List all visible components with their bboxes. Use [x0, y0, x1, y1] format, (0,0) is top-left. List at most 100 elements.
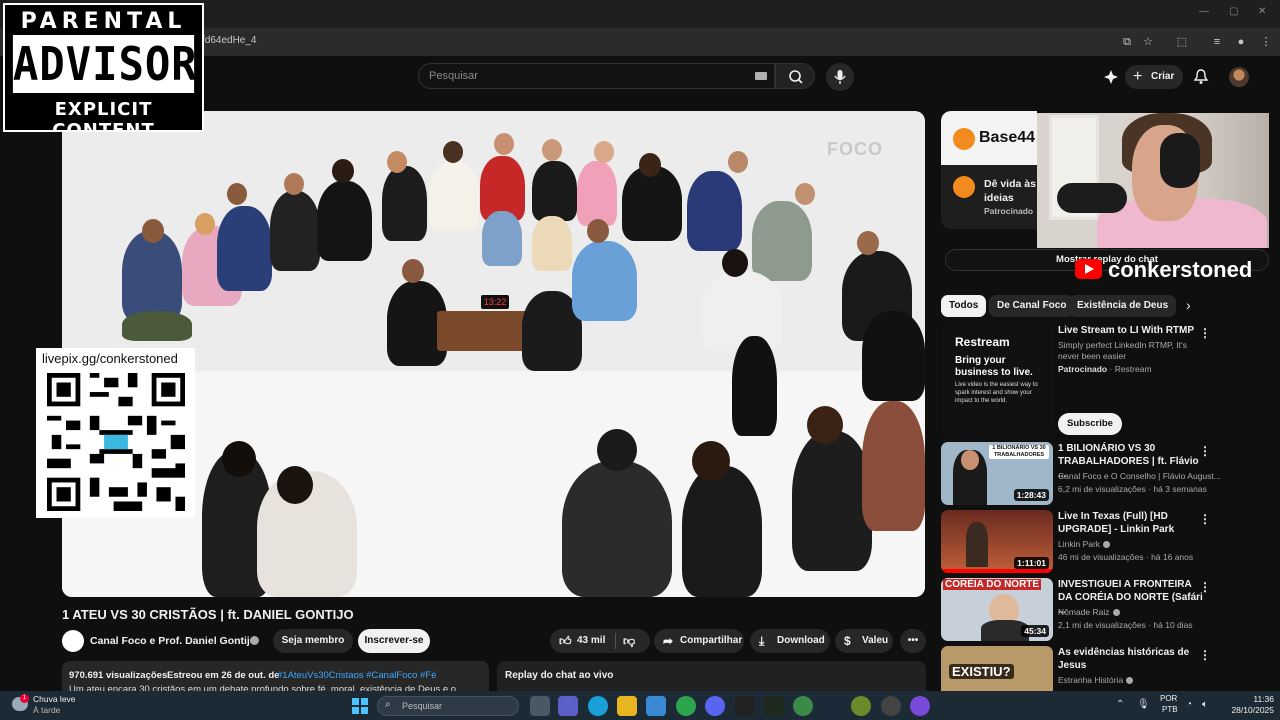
discord-icon[interactable]: [705, 696, 725, 716]
channel-name[interactable]: Nômade Raiz: [1058, 607, 1120, 617]
clock-time[interactable]: 11:36: [1228, 694, 1274, 704]
reading-list-icon[interactable]: ≡: [1209, 34, 1225, 50]
chip-channel[interactable]: De Canal Foco: [989, 295, 1075, 317]
twitch-icon[interactable]: [910, 696, 930, 716]
search-input[interactable]: Pesquisar: [418, 63, 775, 89]
more-vert-icon[interactable]: ⋮: [1199, 580, 1211, 594]
taskbar-search[interactable]: ⌕ Pesquisar: [377, 696, 519, 716]
wifi-icon[interactable]: ◔: [1186, 699, 1192, 710]
voice-search-button[interactable]: [826, 63, 854, 91]
promo-subscribe-button[interactable]: Subscribe: [1058, 413, 1122, 435]
video-thumbnail[interactable]: CORÉIA DO NORTE 45:34: [941, 578, 1053, 641]
ad-sponsored-label: Patrocinado: [984, 206, 1034, 216]
verified-icon: [250, 636, 259, 645]
notifications-bell-icon[interactable]: [1193, 68, 1209, 85]
video-thumbnail[interactable]: 1:11:01: [941, 510, 1053, 573]
account-avatar[interactable]: [1229, 67, 1249, 87]
microphone-icon[interactable]: 🎙︎: [1137, 699, 1150, 710]
chip-topic[interactable]: Existência de Deus: [1069, 295, 1177, 317]
channel-name[interactable]: Canal Foco e O Conselho | Flávio August.…: [1058, 471, 1221, 481]
task-view-icon[interactable]: [530, 696, 550, 716]
steam-icon[interactable]: [822, 696, 842, 716]
ad-brand: Base44: [979, 129, 1036, 146]
more-vert-icon[interactable]: ⋮: [1199, 326, 1211, 340]
thumbs-up-icon[interactable]: 👍︎: [559, 629, 572, 653]
more-vert-icon[interactable]: ⋮: [1199, 444, 1211, 458]
app-icon[interactable]: [735, 696, 755, 716]
recommendation-item[interactable]: EXISTIU? As evidências históricas de Jes…: [941, 646, 1271, 691]
channel-name[interactable]: Estranha História: [1058, 675, 1134, 685]
streamer-name: conkerstoned: [1108, 257, 1253, 282]
cast-icon[interactable]: ⧉: [1119, 34, 1135, 50]
promo-title[interactable]: Live Stream to LI With RTMP: [1058, 324, 1208, 337]
donation-qr-card: livepix.gg/conkerstoned: [36, 348, 195, 518]
search-button[interactable]: [775, 63, 815, 89]
subscribe-button[interactable]: Inscrever-se: [358, 629, 430, 653]
weather-condition[interactable]: Chuva leve: [33, 694, 76, 704]
channel-avatar[interactable]: [62, 630, 84, 652]
clock-date[interactable]: 28/10/2025: [1218, 705, 1274, 715]
chevron-up-icon[interactable]: ⌃: [1116, 699, 1124, 710]
recommendation-item[interactable]: 1:11:01 Live In Texas (Full) [HD UPGRADE…: [941, 510, 1271, 573]
recommendation-item[interactable]: 1 BILIONÁRIO VS 30 TRABALHADORES 1:28:43…: [941, 442, 1271, 505]
advertiser-avatar: [953, 176, 975, 198]
obs-icon[interactable]: [881, 696, 901, 716]
profile-icon[interactable]: ●: [1233, 34, 1249, 50]
streamer-webcam: [1037, 113, 1269, 248]
file-explorer-icon[interactable]: [617, 696, 637, 716]
verified-icon: [1126, 677, 1134, 685]
share-button[interactable]: ➦ Compartilhar: [654, 629, 744, 653]
video-title[interactable]: Live In Texas (Full) [HD UPGRADE] - Link…: [1058, 510, 1208, 536]
video-thumbnail[interactable]: 1 BILIONÁRIO VS 30 TRABALHADORES 1:28:43: [941, 442, 1053, 505]
recommendation-item[interactable]: CORÉIA DO NORTE 45:34 INVESTIGUEI A FRON…: [941, 578, 1271, 641]
more-actions-button[interactable]: •••: [900, 629, 926, 653]
xbox-icon[interactable]: [793, 696, 813, 716]
edge-icon[interactable]: [588, 696, 608, 716]
promo-sponsor: Patrocinado · Restream: [1058, 364, 1152, 374]
maximize-icon[interactable]: ▢: [1229, 6, 1238, 17]
like-count[interactable]: 43 mil: [577, 629, 605, 653]
download-button[interactable]: ⤓ Download: [750, 629, 830, 653]
video-meta: 2,1 mi de visualizações · há 10 dias: [1058, 620, 1193, 630]
url-text[interactable]: fd64edHe_4: [202, 35, 257, 46]
hashtags[interactable]: #1AteuVs30Cristaos #CanalFoco #Fé: [277, 670, 436, 681]
extensions-icon[interactable]: ⬚: [1174, 34, 1190, 50]
channel-name[interactable]: Linkin Park: [1058, 539, 1111, 549]
qr-code-icon: [47, 373, 185, 511]
more-vert-icon[interactable]: ⋮: [1199, 512, 1211, 526]
microphone-icon: [1057, 183, 1127, 213]
close-window-icon[interactable]: ✕: [1258, 6, 1266, 17]
sponsored-recommendation[interactable]: Restream Bring your business to live. Li…: [941, 324, 1271, 440]
apps-sparkle-icon[interactable]: [1103, 69, 1119, 85]
thanks-button[interactable]: $ Valeu: [835, 629, 893, 653]
minimize-icon[interactable]: —: [1199, 6, 1209, 17]
teams-icon[interactable]: [558, 696, 578, 716]
sponsored-card[interactable]: Base44 Dê vida às ideias Patrocinado: [941, 111, 1037, 229]
terminal-icon[interactable]: [764, 696, 784, 716]
keyboard-icon[interactable]: [755, 72, 767, 80]
wooden-table: [437, 311, 532, 351]
browser-menu-icon[interactable]: ⋮: [1258, 34, 1274, 50]
app-icon[interactable]: [851, 696, 871, 716]
chevron-right-icon[interactable]: ›: [1186, 297, 1191, 313]
chip-all[interactable]: Todos: [941, 295, 987, 317]
more-vert-icon[interactable]: ⋮: [1199, 648, 1211, 662]
more-icon: •••: [907, 635, 919, 646]
description-box[interactable]: 970.691 visualizações Estreou em 26 de o…: [62, 661, 489, 695]
notification-badge: 1: [20, 694, 29, 703]
keyboard-language[interactable]: POR: [1160, 694, 1177, 703]
create-button[interactable]: + Criar: [1125, 65, 1183, 89]
thumbs-down-icon[interactable]: 👎︎: [623, 629, 635, 653]
channel-name[interactable]: Canal Foco e Prof. Daniel Gontijo: [90, 635, 256, 647]
start-button[interactable]: [352, 698, 368, 714]
keyboard-layout[interactable]: PTB: [1162, 705, 1178, 714]
promo-thumbnail[interactable]: Restream Bring your business to live. Li…: [941, 324, 1053, 436]
join-button[interactable]: Seja membro: [273, 629, 353, 653]
volume-icon[interactable]: 🔈︎: [1202, 699, 1208, 710]
weather-forecast[interactable]: À tarde: [33, 705, 60, 715]
video-thumbnail[interactable]: EXISTIU?: [941, 646, 1053, 691]
bookmark-star-icon[interactable]: ☆: [1140, 34, 1156, 50]
chrome-icon[interactable]: [676, 696, 696, 716]
video-title[interactable]: As evidências históricas de Jesus: [1058, 646, 1208, 672]
store-icon[interactable]: [646, 696, 666, 716]
